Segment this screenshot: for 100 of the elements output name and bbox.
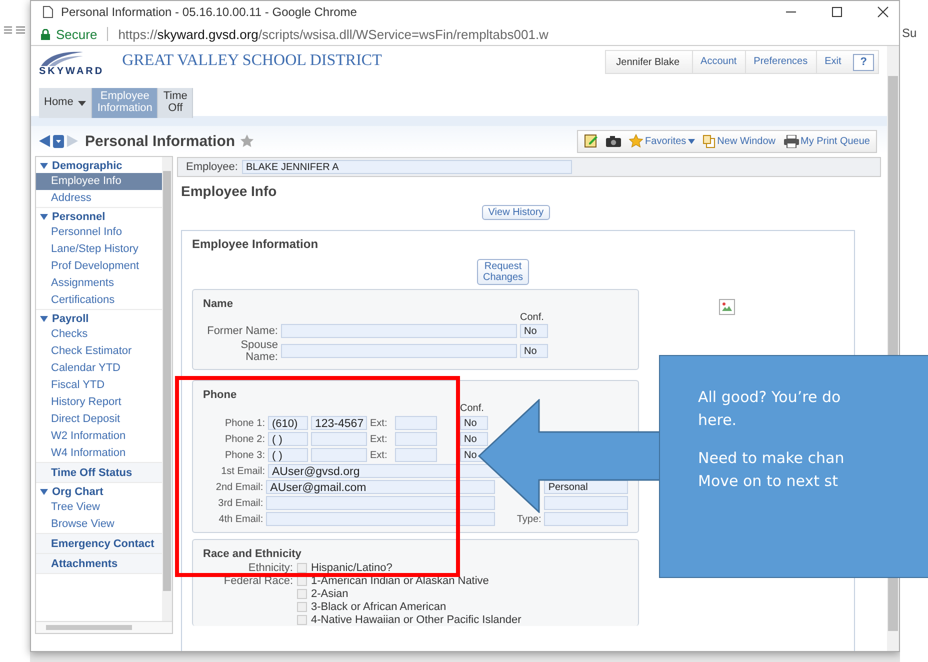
phone-number-field[interactable] (311, 432, 367, 446)
column-header: Conf. (520, 312, 544, 323)
section-header[interactable]: Demographic (36, 157, 162, 173)
section-header[interactable]: Personnel (36, 208, 162, 224)
camera-icon[interactable] (606, 135, 622, 147)
caret-icon (688, 138, 696, 144)
panel-title: Race and Ethnicity (203, 548, 302, 560)
broken-image-icon (719, 299, 735, 315)
sidebar-item[interactable]: Checks (36, 326, 162, 343)
type-field[interactable]: Personal (544, 480, 628, 494)
help-button[interactable]: ? (853, 54, 874, 70)
column-header: Conf. (460, 403, 484, 414)
sidebar-item[interactable]: Personnel Info (36, 224, 162, 241)
extension-field[interactable] (395, 416, 437, 430)
extension-field[interactable] (395, 432, 437, 446)
checkbox[interactable] (297, 589, 307, 600)
secure-label: Secure (56, 26, 98, 42)
field-label: Employee: (186, 161, 238, 173)
field-label: Phone 1: (224, 418, 265, 429)
email-field[interactable]: AUser@gmail.com (266, 480, 496, 494)
sidebar-item[interactable]: Lane/Step History (36, 241, 162, 258)
input-field[interactable] (281, 324, 517, 338)
sidebar-item[interactable]: Tree View (36, 499, 162, 516)
window-title: Personal Information - 05.16.10.00.11 - Google Chrome (61, 5, 357, 19)
menu-link[interactable]: Exit (816, 51, 850, 73)
section-link[interactable]: Emergency Contact (36, 534, 162, 553)
field-label: Ext: (370, 434, 388, 445)
email-field[interactable]: AUser@gvsd.org (268, 464, 504, 478)
section-link[interactable]: Time Off Status (36, 463, 162, 482)
dropdown-icon[interactable] (53, 134, 64, 148)
email-field[interactable] (266, 496, 496, 510)
sidebar-item[interactable]: W4 Information (36, 445, 162, 462)
background-app-text: Su (902, 26, 917, 40)
favorites-button[interactable]: Favorites (629, 134, 696, 148)
print-queue-button[interactable]: My Print Queue (784, 134, 870, 148)
extension-field[interactable] (395, 448, 437, 462)
phone-number-field[interactable]: 123-4567 (311, 416, 367, 430)
area-code-field[interactable]: (610) (268, 416, 308, 430)
sidebar-item[interactable]: Prof Development (36, 258, 162, 275)
panel-title: Name (203, 298, 234, 310)
sidebar-item[interactable]: Certifications (36, 292, 162, 309)
conf-field[interactable]: No (520, 344, 548, 358)
checkbox[interactable] (297, 563, 307, 574)
conf-field[interactable]: No (520, 324, 548, 338)
sidebar-item[interactable]: Assignments (36, 275, 162, 292)
page-title: Personal Information (85, 132, 236, 150)
conf-field[interactable]: No (460, 432, 488, 446)
view-history-button[interactable]: View History (482, 205, 550, 220)
sidebar-item[interactable]: Employee Info (36, 173, 162, 190)
field-label: Ext: (370, 418, 388, 429)
checkbox-label: 4-Native Hawaiian or Other Pacific Islander (311, 614, 522, 626)
employee-field: BLAKE JENNIFER A (242, 160, 572, 174)
field-label: 4th Email: (218, 514, 264, 525)
panel-title: Phone (203, 389, 238, 402)
scrollbar[interactable] (162, 157, 172, 621)
phone-number-field[interactable] (311, 448, 367, 462)
type-field[interactable] (544, 512, 628, 526)
maximize-icon[interactable] (831, 6, 843, 18)
logo-text: SKYWARD (39, 66, 104, 77)
request-changes-button[interactable]: Request Changes (476, 259, 530, 285)
conf-field[interactable]: No (460, 416, 488, 430)
panel-title: Employee Information (192, 237, 320, 251)
nav-tab[interactable]: Time Off (158, 88, 194, 118)
field-label: Phone 3: (224, 450, 265, 461)
checkbox[interactable] (297, 615, 307, 626)
sidebar-item[interactable]: W2 Information (36, 428, 162, 445)
type-field[interactable] (544, 496, 628, 510)
star-icon[interactable] (240, 134, 254, 148)
field-label: Phone 2: (224, 434, 265, 445)
section-header[interactable]: Org Chart (36, 483, 162, 499)
checkbox[interactable] (297, 576, 307, 586)
sidebar-item[interactable]: Calendar YTD (36, 360, 162, 377)
callout-text: Need to make chan Move on to next st (698, 448, 846, 492)
section-header[interactable]: Payroll (36, 310, 162, 326)
nav-tab[interactable]: Home (39, 88, 92, 118)
notepad-icon[interactable] (584, 134, 598, 148)
swoosh-icon (39, 50, 83, 68)
email-field[interactable] (266, 512, 496, 526)
new-window-button[interactable]: New Window (703, 134, 776, 148)
input-field[interactable] (281, 344, 517, 358)
callout-text: All good? You’re do here. (698, 387, 842, 432)
address-bar[interactable]: https://skyward.gvsd.org/scripts/wsisa.dll/WService=wsFin/rempltabs001.w (118, 26, 548, 42)
menu-link[interactable]: Preferences (744, 51, 816, 73)
back-arrow-icon[interactable] (39, 135, 50, 147)
area-code-field[interactable]: ( ) (268, 448, 308, 462)
checkbox-label: 1-American Indian or Alaskan Native (311, 575, 489, 588)
close-icon[interactable] (877, 6, 889, 18)
sidebar-item[interactable]: Fiscal YTD (36, 377, 162, 394)
sidebar-item[interactable]: Check Estimator (36, 343, 162, 360)
section-heading: Employee Info (181, 183, 278, 199)
sidebar-item[interactable]: Direct Deposit (36, 411, 162, 428)
area-code-field[interactable]: ( ) (268, 432, 308, 446)
sidebar-item[interactable]: History Report (36, 394, 162, 411)
menu-link[interactable]: Account (692, 51, 745, 73)
sidebar-item[interactable]: Browse View (36, 516, 162, 533)
sidebar-item[interactable]: Address (36, 190, 162, 207)
checkbox[interactable] (297, 602, 307, 612)
section-link[interactable]: Attachments (36, 554, 162, 573)
scrollbar[interactable] (36, 621, 172, 633)
checkbox-label: 2-Asian (311, 588, 348, 600)
